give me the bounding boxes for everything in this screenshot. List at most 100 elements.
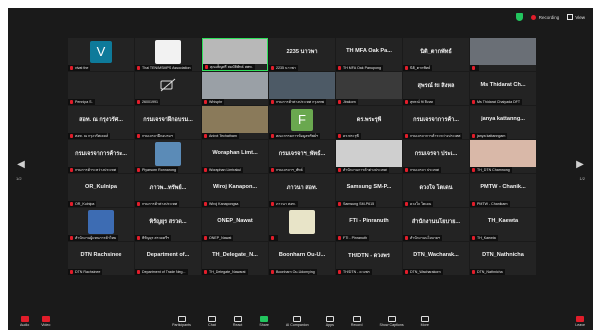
participant-tile[interactable]: กรมการค้าต่างประเทศ กรุงเทพ: [269, 72, 335, 105]
participant-tile[interactable]: TH_Kaewta TH_Kaewta: [470, 208, 536, 241]
participant-tile[interactable]: F คณะกรรมการข้อมูลทรัพย์ฯ: [269, 106, 335, 139]
participant-tile[interactable]: สอท. ณ กรุงวรัศ... สอท. ณ กรุงวรัศเคลล์: [68, 106, 134, 139]
participant-tile[interactable]: Samsung SM-P... Samsung SM-P615: [336, 174, 402, 207]
participant-tile[interactable]: 26001991: [135, 72, 201, 105]
ai-companion-button[interactable]: AI Companion: [286, 315, 309, 327]
participant-tile[interactable]: ONEP_Nawat ONEP_Nawat: [202, 208, 268, 241]
meeting-toolbar: Participants Chat React Share AI Compani…: [8, 312, 593, 330]
video-feed: [203, 39, 267, 64]
participant-tile[interactable]: ดวงใจ โตเดน ดวงใจ โตเดน: [403, 174, 469, 207]
participant-label-text: DTN Rachsinee: [75, 270, 101, 274]
captions-icon: [387, 315, 396, 322]
participant-tile[interactable]: Ms Thidarat Ch... Ms Thidarat Chaiyada DF…: [470, 72, 536, 105]
record-button[interactable]: Record: [351, 315, 362, 327]
microphone-muted-icon: [405, 168, 408, 173]
chat-button[interactable]: Chat: [207, 315, 216, 327]
participant-tile[interactable]: Woraphan Limt... Woraphan Limtrakul: [202, 140, 268, 173]
participant-tile[interactable]: TH_Delegate_N... TH_Delegate_Nawarat: [202, 242, 268, 275]
participant-label: TH MFA Oak Panupong: [336, 65, 383, 71]
participant-tile[interactable]: สำนักงานการค้าต่างประเทศ: [336, 140, 402, 173]
participant-tile[interactable]: 2235 นาวพา 2235 นาวพา: [269, 38, 335, 71]
participant-tile[interactable]: สำนักงานนโยบาย... สำนักงานนโยบายฯ: [403, 208, 469, 241]
show-captions-button[interactable]: Show Captions: [379, 315, 404, 327]
participant-tile[interactable]: Jirakorn: [336, 72, 402, 105]
participant-tile[interactable]: ดร.พระรุพี ดร.พระรุพี: [336, 106, 402, 139]
participant-tile[interactable]: TH/DTN - ดวงพร TH/DTN - ดวงพร: [336, 242, 402, 275]
microphone-muted-icon: [70, 236, 73, 241]
participant-tile[interactable]: DTN_Nathnicha DTN_Nathnicha: [470, 242, 536, 275]
recording-indicator[interactable]: Recording: [530, 14, 559, 20]
participant-tile[interactable]: กรมเจรจา ประเ... กรมเจรจา ประเทศ: [403, 140, 469, 173]
participant-tile[interactable]: Vvivat the: [68, 38, 134, 71]
participant-label-text: สำนักงานนโยบายฯ: [410, 236, 440, 240]
participant-tile[interactable]: ภาวนา สอท. ภาวนา สอท.: [269, 174, 335, 207]
participant-name: Samsung SM-P...: [346, 184, 392, 190]
participant-tile[interactable]: นิติ_ตากพัทธ์ นิติ_ตากพัทธ์: [403, 38, 469, 71]
microphone-muted-icon: [472, 134, 475, 139]
participant-name: กรมเจรจาการค้าระ...: [75, 151, 127, 157]
participant-label: สุพรณ์ fti สิงหล: [403, 99, 436, 105]
participant-name: ONEP_Nawat: [217, 218, 253, 224]
participant-label: TH_Delegate_Nawarat: [202, 269, 248, 275]
participant-label: คณะกรรมการข้อมูลทรัพย์ฯ: [269, 133, 321, 139]
participant-tile[interactable]: [470, 38, 536, 71]
share-button[interactable]: Share: [259, 315, 269, 327]
participant-name: Department of...: [146, 252, 190, 258]
microphone-muted-icon: [204, 270, 207, 275]
participant-label: Ms Thidarat Chaiyada DFT: [470, 99, 523, 105]
participant-label-text: TH_DTN Chamnong: [477, 168, 510, 172]
participant-label: สำนักงานนโยบายฯ: [403, 235, 442, 241]
participant-tile[interactable]: [269, 208, 335, 241]
participant-name: พิรัญยุร สรวด...: [149, 219, 187, 225]
video-button[interactable]: Video: [41, 316, 50, 327]
participant-tile[interactable]: Whisphr: [202, 72, 268, 105]
participant-tile[interactable]: Pennipa S.: [68, 72, 134, 105]
participant-label-text: TH_Delegate_Nawarat: [209, 270, 246, 274]
participant-tile[interactable]: Piyarsorn Ronnarong: [135, 140, 201, 173]
participant-name: สำนักงานนโยบาย...: [411, 219, 461, 225]
more-button[interactable]: More: [421, 315, 429, 327]
participant-tile[interactable]: Boonharn Ou-U... Boonharn Ou-Udomying: [269, 242, 335, 275]
leave-button[interactable]: Leave: [575, 316, 585, 327]
participant-label: พิรัญยุร สรวดตรีฯ: [135, 235, 172, 241]
view-button[interactable]: View: [567, 14, 585, 20]
participant-name: Boonharn Ou-U...: [278, 252, 326, 258]
participant-tile[interactable]: กรมเจรจาการค้า... กรมเจรจาการค้าระหว่างปร…: [403, 106, 469, 139]
participant-tile[interactable]: Anirot Techatham: [202, 106, 268, 139]
participants-button[interactable]: Participants: [172, 315, 191, 327]
participant-tile[interactable]: กรมเจรจาฝึกอบรม... กรมเจรจาฝึกอบรมฯ: [135, 106, 201, 139]
participant-tile[interactable]: OR_Kulnipa OR_Kulnipa: [68, 174, 134, 207]
participant-tile[interactable]: DTN Rachsinee DTN Rachsinee: [68, 242, 134, 275]
video-feed: [470, 38, 536, 65]
microphone-muted-icon: [204, 100, 207, 105]
participant-tile[interactable]: janya kattanng... janya kattanngam: [470, 106, 536, 139]
participant-label-text: Boonharn Ou-Udomying: [276, 270, 315, 274]
next-page-button[interactable]: ▶: [575, 158, 585, 172]
prev-page-button[interactable]: ◀: [16, 158, 26, 172]
audio-button[interactable]: Audio: [20, 316, 29, 327]
participant-tile[interactable]: กรมเจรจาการค้าระ... กรมการค้าระหว่างประเท…: [68, 140, 134, 173]
participant-tile[interactable]: สุพรณ์ fti สิงหล สุพรณ์ fti สิงหล: [403, 72, 469, 105]
microphone-muted-icon: [472, 236, 475, 241]
participant-tile[interactable]: TH MFA Oak Pa... TH MFA Oak Panupong: [336, 38, 402, 71]
participant-tile[interactable]: พิรัญยุร สรวด... พิรัญยุร สรวดตรีฯ: [135, 208, 201, 241]
video-feed: [470, 140, 536, 167]
apps-button[interactable]: Apps: [326, 315, 334, 327]
participant-tile[interactable]: กรมเจรจาฯ_พัทธ์... กรมเจรจาฯ_พัทธ์: [269, 140, 335, 173]
microphone-muted-icon: [137, 100, 140, 105]
participant-tile[interactable]: ภาวพ...ทรัพย์... กรมการค้าต่างประเทศ: [135, 174, 201, 207]
participant-tile[interactable]: Thai TEN/MSMPS Association: [135, 38, 201, 71]
participant-tile[interactable]: สำนักงานผู้แทนการค้าไทย: [68, 208, 134, 241]
shield-icon[interactable]: [515, 13, 523, 21]
microphone-muted-icon: [338, 236, 341, 241]
participant-tile[interactable]: PMTW - Chanik... PMTW - Chanikarn: [470, 174, 536, 207]
participant-tile[interactable]: Department of... Department of Trade Neg.…: [135, 242, 201, 275]
participant-tile[interactable]: FTI - Pinranuth FTI - Pinranuth: [336, 208, 402, 241]
participant-label-text: คณะกรรมการข้อมูลทรัพย์ฯ: [276, 134, 319, 138]
participant-tile[interactable]: DTN_Wacharak... DTN_Wacharakorn: [403, 242, 469, 275]
video-feed: [336, 140, 402, 167]
participant-tile[interactable]: Wiroj Kanapon... Wiroj Kanapongsa: [202, 174, 268, 207]
react-button[interactable]: React: [233, 315, 242, 327]
participant-tile[interactable]: TH_DTN Chamnong: [470, 140, 536, 173]
participant-tile[interactable]: คุณเพ็ญศรี สมบัติพัทธ์ สพท.: [202, 38, 268, 71]
